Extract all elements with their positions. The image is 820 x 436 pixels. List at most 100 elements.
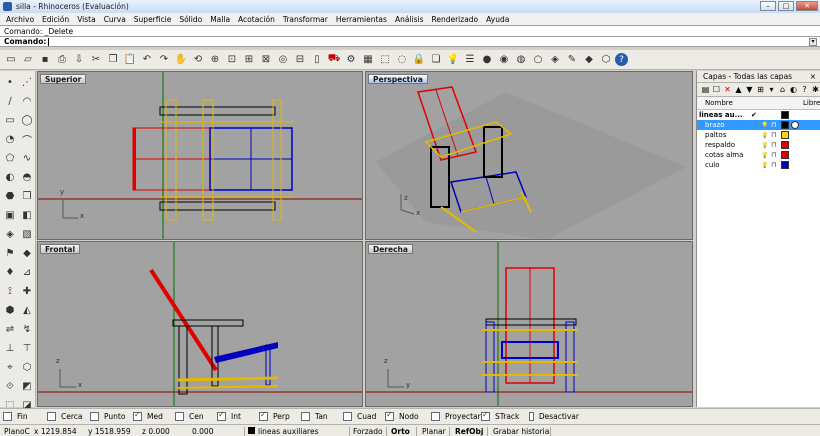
rotate-tool-icon[interactable]: ◭ [19, 302, 35, 318]
pan-icon[interactable]: ✋ [173, 52, 189, 68]
viewport-top[interactable]: Superior y x [37, 71, 363, 240]
layer-color-swatch[interactable] [781, 121, 789, 129]
osnap-checkbox[interactable] [259, 410, 268, 421]
osnap-strack[interactable]: STrack [481, 410, 529, 421]
array-tool-icon[interactable]: ⊤ [19, 340, 35, 356]
osnap-checkbox[interactable] [175, 412, 184, 421]
osnap-checkbox[interactable] [529, 412, 534, 421]
column-name[interactable]: Nombre [697, 99, 733, 107]
menu-item-3[interactable]: Curva [100, 15, 130, 24]
curve-tool-icon[interactable]: ⌒ [19, 131, 35, 147]
sphere-tool-icon[interactable]: ◈ [2, 226, 18, 242]
hide-icon[interactable]: ◌ [394, 52, 410, 68]
osnap-fin[interactable]: Fin [3, 412, 47, 421]
surface-tool-icon[interactable]: ⬣ [2, 188, 18, 204]
point-tool-icon[interactable]: • [2, 74, 18, 90]
layer-row-parent[interactable]: lineas au... ✔ [697, 110, 820, 120]
osnap-med[interactable]: Med [133, 410, 175, 421]
redo-icon[interactable]: ↷ [156, 52, 172, 68]
undo-icon[interactable]: ↶ [139, 52, 155, 68]
loft-tool-icon[interactable]: ⟐ [2, 378, 18, 394]
osnap-checkbox[interactable] [481, 410, 490, 421]
car-icon[interactable]: ⛟ [326, 52, 342, 68]
import-icon[interactable]: ⇩ [71, 52, 87, 68]
status-orto[interactable]: Orto [391, 427, 410, 436]
menu-item-0[interactable]: Archivo [2, 15, 38, 24]
status-refobj[interactable]: RefObj [455, 427, 483, 436]
osnap-cerca[interactable]: Cerca [47, 412, 90, 421]
move-tool-icon[interactable]: ⇌ [2, 321, 18, 337]
viewport-right[interactable]: Derecha z y [365, 241, 693, 407]
osnap-checkbox[interactable] [3, 412, 12, 421]
layer-lock-icon[interactable]: ⊓ [771, 161, 776, 169]
status-plane[interactable]: PlanoC [4, 427, 30, 436]
layer-color-swatch[interactable] [781, 161, 789, 169]
arc-tool-icon[interactable]: ◠ [19, 93, 35, 109]
mesh-icon[interactable]: ⬡ [598, 52, 614, 68]
menu-item-12[interactable]: Ayuda [482, 15, 513, 24]
project-tool-icon[interactable]: ⌖ [2, 359, 18, 375]
rectangle-icon[interactable]: ▯ [309, 52, 325, 68]
ellipse-tool-icon[interactable]: ◔ [2, 131, 18, 147]
layer-row[interactable]: brazo 💡 ⊓ [697, 120, 820, 130]
layer-visibility-bulb-icon[interactable]: 💡 [761, 142, 768, 149]
shade-icon[interactable]: ● [479, 52, 495, 68]
menu-item-10[interactable]: Análisis [391, 15, 428, 24]
viewport-top-label[interactable]: Superior [40, 74, 87, 84]
light-icon[interactable]: 💡 [445, 52, 461, 68]
osnap-proyectar[interactable]: Proyectar [431, 412, 481, 421]
layers-close-icon[interactable]: × [810, 71, 816, 83]
layer-tool-7-icon[interactable]: ⌂ [778, 85, 787, 94]
polygon-tool-icon[interactable]: ⬠ [2, 150, 18, 166]
column-extra[interactable]: Librer [803, 99, 820, 107]
render-icon[interactable]: ◉ [496, 52, 512, 68]
layer-color-swatch[interactable] [781, 151, 789, 159]
layer-visibility-bulb-icon[interactable]: 💡 [761, 122, 768, 129]
extrude-tool-icon[interactable]: ❒ [19, 188, 35, 204]
menu-item-6[interactable]: Malla [206, 15, 234, 24]
layer-visibility-bulb-icon[interactable]: 💡 [761, 152, 768, 159]
analyze-icon[interactable]: ◆ [581, 52, 597, 68]
close-button[interactable]: ✕ [796, 1, 818, 11]
sweep-tool-icon[interactable]: ◩ [19, 378, 35, 394]
status-forzado[interactable]: Forzado [353, 427, 383, 436]
open-icon[interactable]: ▱ [20, 52, 36, 68]
rendered-sphere-icon[interactable]: ◍ [513, 52, 529, 68]
osnap-checkbox[interactable] [385, 410, 394, 421]
box-tool-icon[interactable]: ▣ [2, 207, 18, 223]
menu-item-11[interactable]: Renderizado [427, 15, 482, 24]
minimize-button[interactable]: – [760, 1, 776, 11]
layer-color-swatch[interactable] [781, 141, 789, 149]
menu-item-8[interactable]: Transformar [279, 15, 332, 24]
select-icon[interactable]: ⬚ [377, 52, 393, 68]
layer-row[interactable]: cotas alma 💡 ⊓ [697, 150, 820, 160]
mesh-tool-icon[interactable]: ⚑ [2, 245, 18, 261]
rotate-view-icon[interactable]: ⟲ [190, 52, 206, 68]
zoom-icon[interactable]: ⊕ [207, 52, 223, 68]
layer-row[interactable]: respaldo 💡 ⊓ [697, 140, 820, 150]
explode-tool-icon[interactable]: ⬢ [2, 302, 18, 318]
layer-tool-1-icon[interactable]: ☐ [712, 85, 721, 94]
boolean-tool-icon[interactable]: ▧ [19, 226, 35, 242]
viewport-right-label[interactable]: Derecha [368, 244, 413, 254]
layer-row[interactable]: culo 💡 ⊓ [697, 160, 820, 170]
viewport-perspective[interactable]: Perspectiva z x [365, 71, 693, 240]
osnap-checkbox[interactable] [47, 412, 56, 421]
status-layer-swatch[interactable] [248, 427, 255, 434]
trim-tool-icon[interactable]: ⟟ [2, 283, 18, 299]
osnap-punto[interactable]: Punto [90, 412, 133, 421]
layer-tool-2-icon[interactable]: ✕ [723, 85, 732, 94]
status-layer-name[interactable]: lineas auxiliares [258, 427, 319, 436]
cap-tool-icon[interactable]: ⬡ [19, 359, 35, 375]
zoom-extents-icon[interactable]: ⊞ [241, 52, 257, 68]
layer-tool-9-icon[interactable]: ? [800, 85, 809, 94]
layer-lock-icon[interactable]: ⊓ [771, 141, 776, 149]
layer-lock-icon[interactable]: ⊓ [771, 131, 776, 139]
scale-tool-icon[interactable]: ↯ [19, 321, 35, 337]
properties-icon[interactable]: ☰ [462, 52, 478, 68]
osnap-cen[interactable]: Cen [175, 412, 217, 421]
layer-material-icon[interactable] [791, 121, 799, 129]
menu-item-1[interactable]: Edición [38, 15, 73, 24]
command-line[interactable]: Comando: [0, 36, 820, 47]
osnap-desactivar[interactable]: Desactivar [529, 412, 579, 421]
